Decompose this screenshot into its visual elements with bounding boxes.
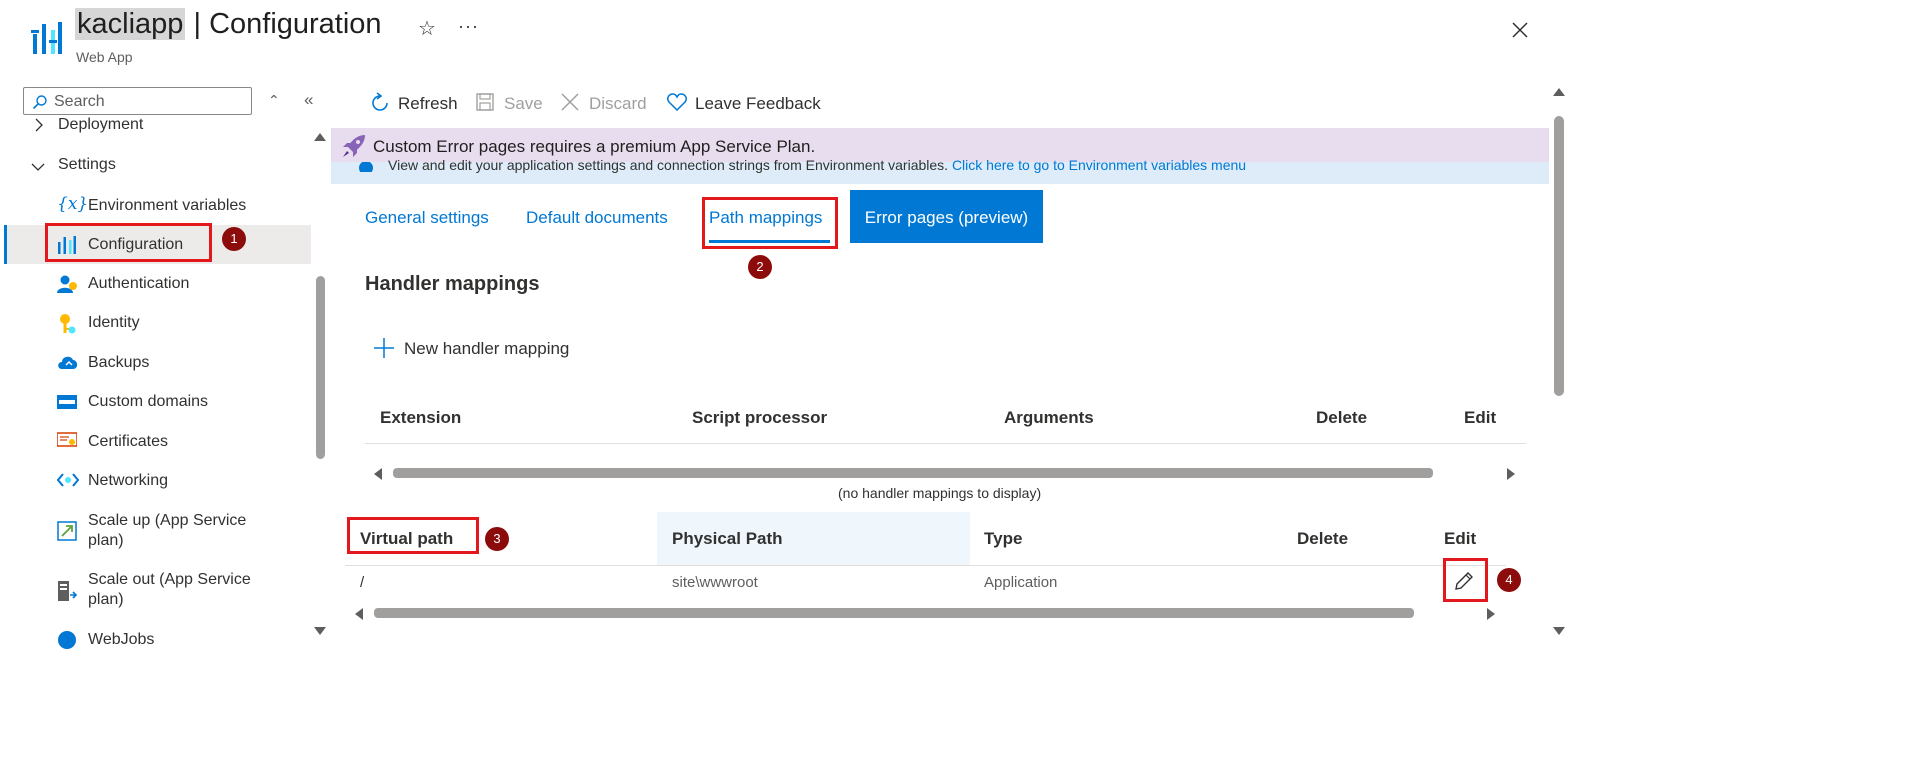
main-scroll-down-icon[interactable] <box>1553 627 1565 635</box>
new-handler-mapping-button[interactable]: New handler mapping <box>404 339 569 359</box>
app-logo-icon <box>31 20 63 56</box>
vpath-row-type: Application <box>984 574 1058 591</box>
handler-hscrollbar-thumb[interactable] <box>393 468 1433 478</box>
custom-domains-icon <box>57 394 79 416</box>
vpath-hscrollbar-thumb[interactable] <box>374 608 1414 618</box>
collapse-sidebar-icon[interactable]: « <box>304 90 313 110</box>
sidebar-scrollbar-thumb[interactable] <box>316 276 325 459</box>
search-icon <box>32 95 47 110</box>
networking-icon <box>56 471 80 493</box>
sidebar-item-environment-variables[interactable]: Environment variables <box>88 196 246 216</box>
handler-scroll-left-icon[interactable] <box>374 468 382 480</box>
tab-default-documents[interactable]: Default documents <box>526 208 668 228</box>
vpath-scroll-left-icon[interactable] <box>355 608 363 620</box>
handler-empty-message: (no handler mappings to display) <box>838 485 1042 501</box>
refresh-icon <box>369 92 391 119</box>
selected-row-indicator <box>4 225 7 264</box>
vpath-header-divider <box>345 565 1506 566</box>
sort-icon[interactable]: ⌃ <box>268 92 280 109</box>
sidebar-item-identity[interactable]: Identity <box>88 313 140 333</box>
authentication-icon <box>57 274 79 296</box>
vpath-col-type[interactable]: Type <box>984 529 1022 549</box>
step-badge-4: 4 <box>1497 568 1521 592</box>
main-scrollbar-thumb[interactable] <box>1554 116 1564 396</box>
sidebar-item-deployment[interactable]: Deployment <box>58 115 143 135</box>
save-button[interactable]: Save <box>504 94 543 114</box>
search-placeholder: Search <box>54 93 105 110</box>
sidebar-item-scale-out[interactable]: Scale out (App Service plan) <box>88 570 251 610</box>
highlight-box-virtual-path <box>347 517 479 554</box>
identity-icon <box>57 313 79 335</box>
vpath-row-physical: site\wwwroot <box>672 574 758 591</box>
vpath-col-edit[interactable]: Edit <box>1444 529 1476 549</box>
favorite-star-icon[interactable]: ☆ <box>418 16 436 41</box>
scale-up-icon <box>57 521 79 543</box>
close-icon[interactable] <box>1512 14 1528 45</box>
sidebar-scroll-up-icon[interactable] <box>314 133 326 141</box>
refresh-button[interactable]: Refresh <box>398 94 458 114</box>
discard-button[interactable]: Discard <box>589 94 647 114</box>
webjobs-icon <box>57 630 79 652</box>
handler-col-extension[interactable]: Extension <box>380 408 461 428</box>
sidebar-item-scale-up[interactable]: Scale up (App Service plan) <box>88 511 246 551</box>
handler-col-arguments[interactable]: Arguments <box>1004 408 1094 428</box>
highlight-box-edit <box>1443 558 1488 602</box>
more-options-icon[interactable]: ··· <box>458 16 479 37</box>
sidebar-item-authentication[interactable]: Authentication <box>88 274 189 294</box>
highlight-box-path-mappings <box>702 197 838 249</box>
leave-feedback-button[interactable]: Leave Feedback <box>695 94 821 114</box>
chevron-right-icon[interactable] <box>34 118 44 137</box>
save-icon <box>476 93 494 116</box>
handler-col-delete[interactable]: Delete <box>1316 408 1367 428</box>
scale-out-icon <box>57 580 79 602</box>
sidebar-group-settings[interactable]: Settings <box>58 155 116 175</box>
heart-icon <box>667 93 687 116</box>
vpath-row-virtual: / <box>360 574 365 591</box>
step-badge-1: 1 <box>222 227 246 251</box>
step-badge-2: 2 <box>748 255 772 279</box>
handler-scroll-right-icon[interactable] <box>1507 468 1515 480</box>
chevron-down-icon[interactable] <box>31 159 45 177</box>
app-name: kacliapp <box>75 8 186 40</box>
premium-plan-message: Custom Error pages requires a premium Ap… <box>373 137 816 156</box>
sidebar-item-certificates[interactable]: Certificates <box>88 432 168 452</box>
rocket-icon <box>341 133 367 164</box>
main-scroll-up-icon[interactable] <box>1553 88 1565 96</box>
resource-type: Web App <box>76 49 133 65</box>
step-badge-3: 3 <box>485 527 509 551</box>
sidebar-scroll-down-icon[interactable] <box>314 627 326 635</box>
backups-icon <box>57 353 79 375</box>
vpath-col-physical-path[interactable]: Physical Path <box>672 529 783 549</box>
highlight-box-configuration <box>45 223 212 262</box>
tab-error-pages-preview[interactable]: Error pages (preview) <box>850 190 1043 243</box>
variable-icon: {x} <box>57 194 89 214</box>
handler-header-divider <box>365 443 1526 444</box>
sidebar-item-networking[interactable]: Networking <box>88 471 168 491</box>
handler-col-script-processor[interactable]: Script processor <box>692 408 827 428</box>
tab-general-settings[interactable]: General settings <box>365 208 489 228</box>
handler-col-edit[interactable]: Edit <box>1464 408 1496 428</box>
page-title: kacliapp | Configuration <box>75 8 382 40</box>
sidebar-search-input[interactable]: Search <box>23 87 252 115</box>
vpath-col-delete[interactable]: Delete <box>1297 529 1348 549</box>
handler-mappings-title: Handler mappings <box>365 273 540 295</box>
discard-icon <box>561 93 579 116</box>
sidebar-item-custom-domains[interactable]: Custom domains <box>88 392 208 412</box>
sidebar-item-backups[interactable]: Backups <box>88 353 149 373</box>
certificates-icon <box>56 432 79 454</box>
vpath-scroll-right-icon[interactable] <box>1487 608 1495 620</box>
plus-icon <box>374 338 394 363</box>
sidebar-item-webjobs[interactable]: WebJobs <box>88 630 154 650</box>
